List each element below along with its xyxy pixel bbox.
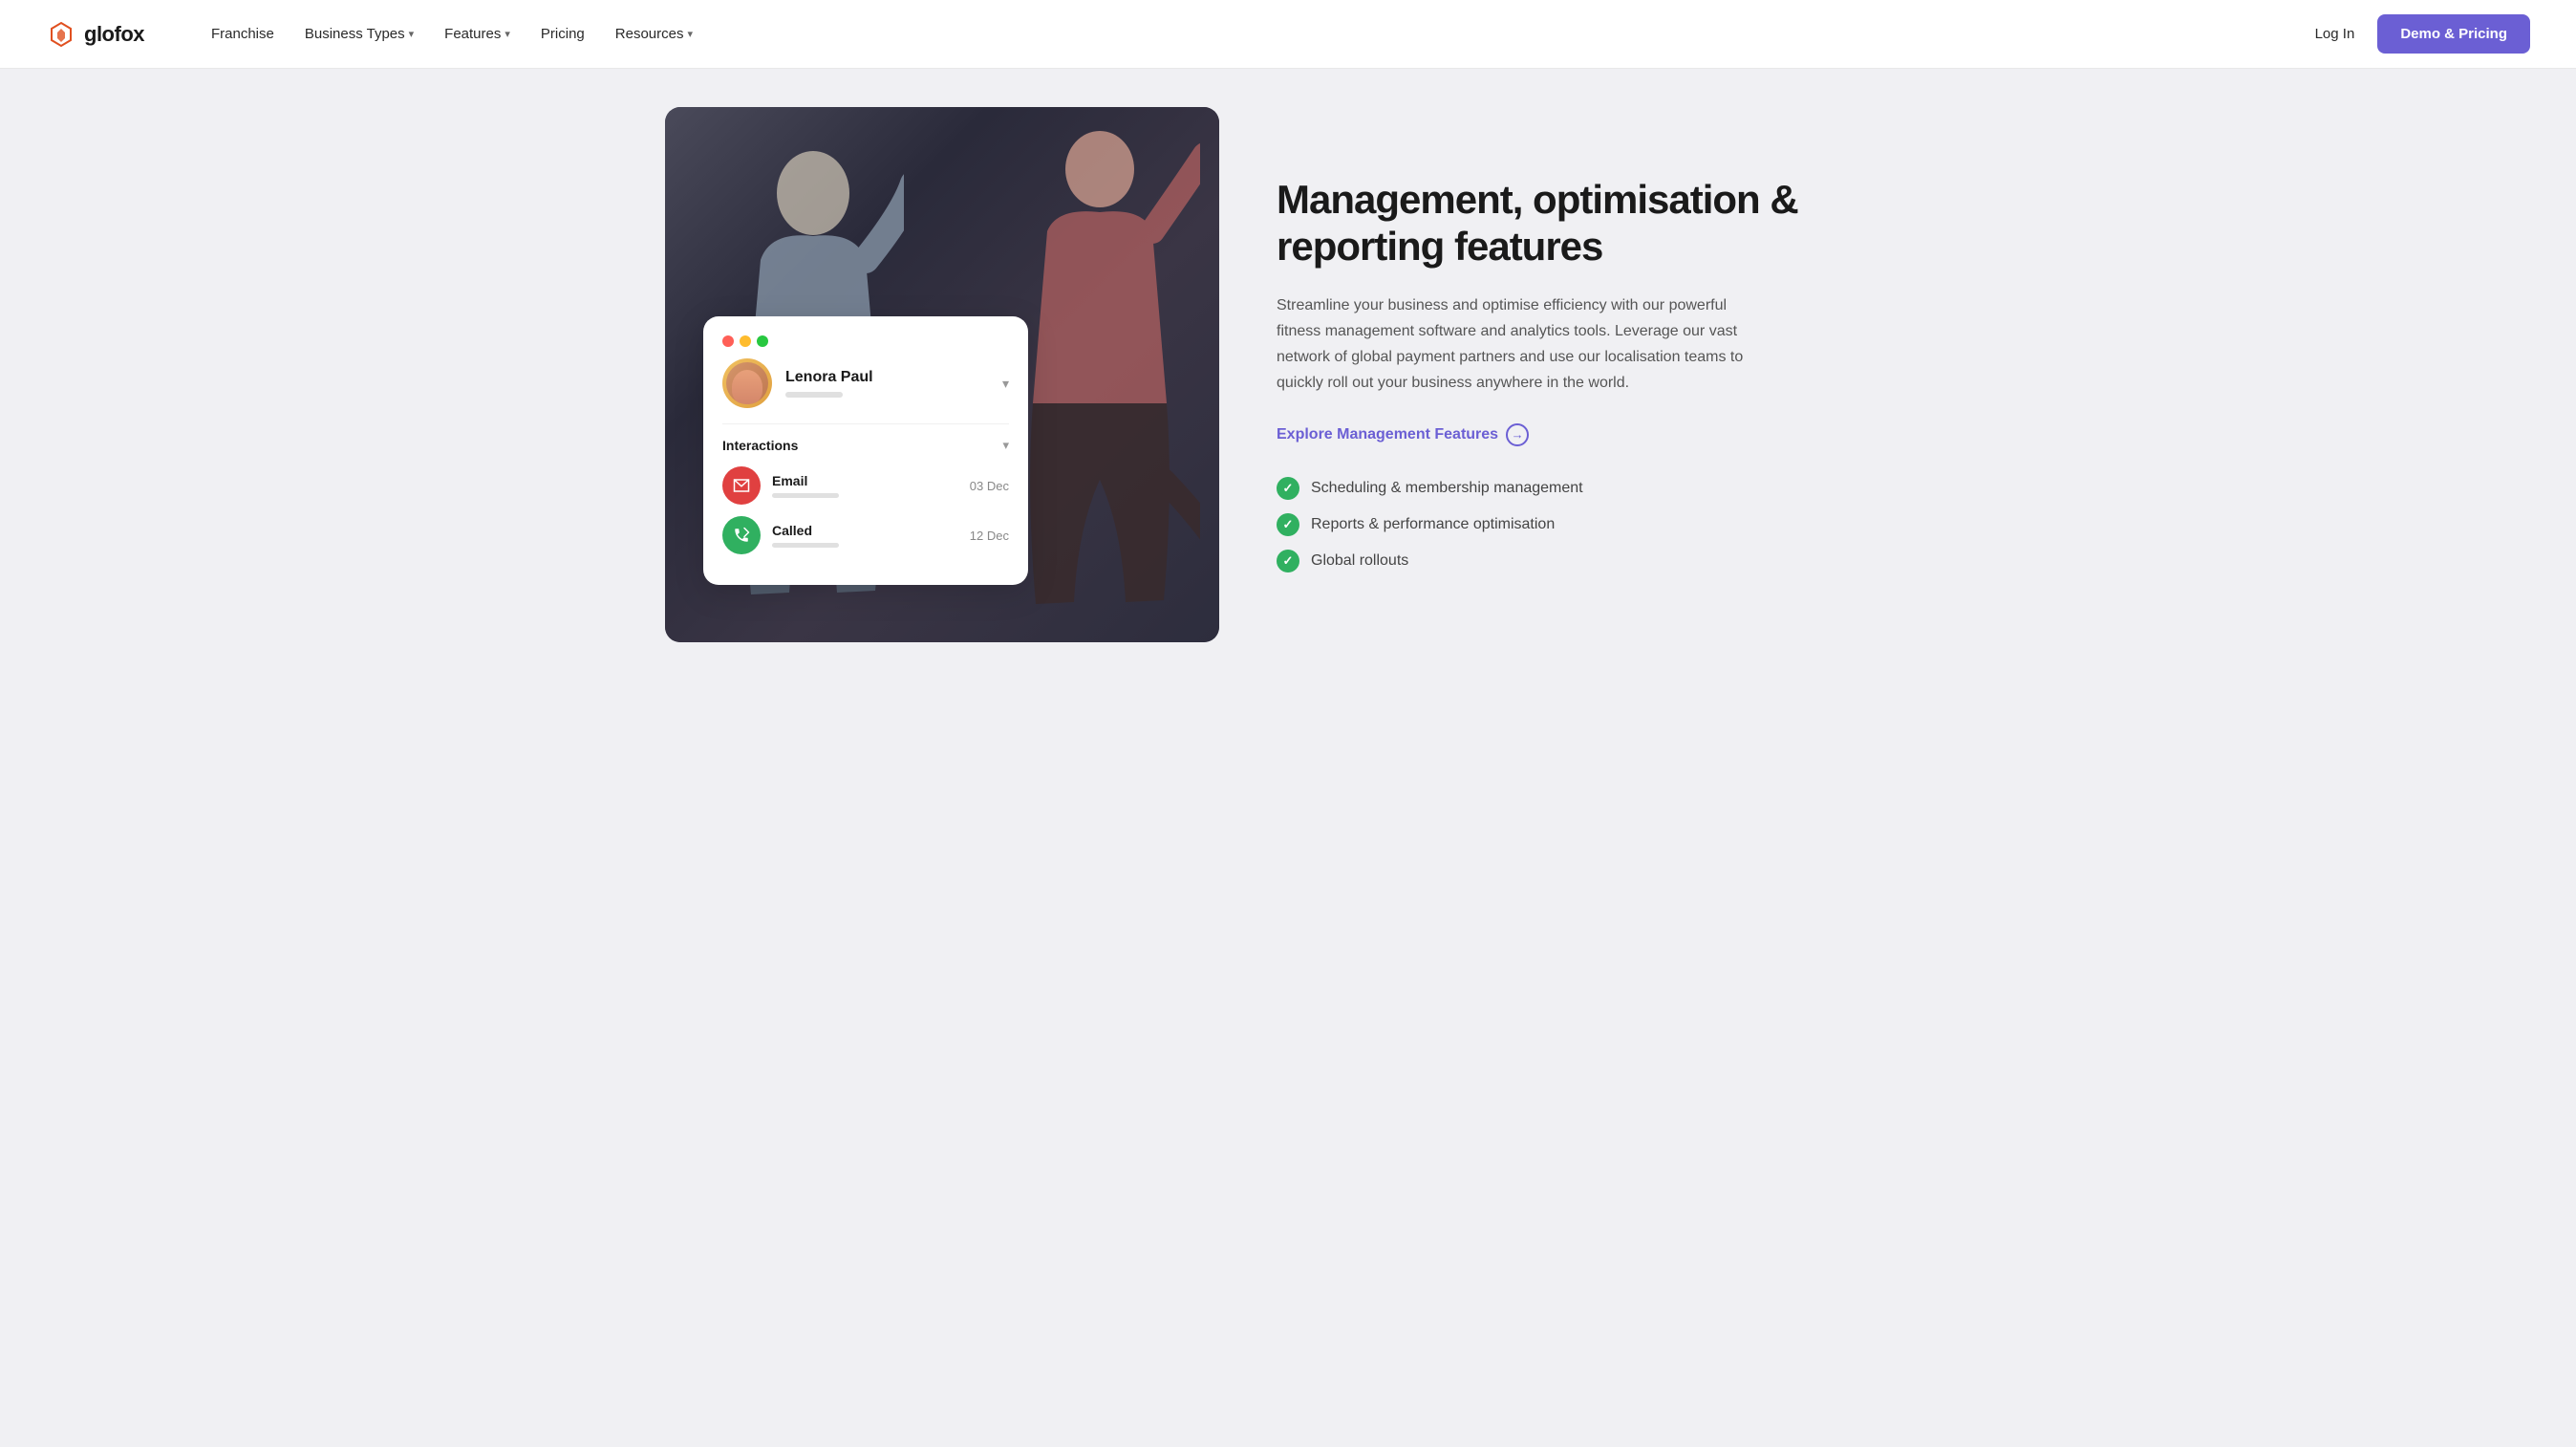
feature-label-3: Global rollouts (1311, 552, 1408, 570)
feature-label-2: Reports & performance optimisation (1311, 516, 1555, 533)
check-icon-2: ✓ (1277, 513, 1299, 536)
chevron-down-icon: ▾ (409, 28, 415, 40)
feature-item-1: ✓ Scheduling & membership management (1277, 477, 1911, 500)
email-content: Email (772, 473, 958, 498)
card-divider (722, 423, 1009, 424)
feature-label-1: Scheduling & membership management (1311, 480, 1583, 497)
called-date: 12 Dec (970, 529, 1009, 543)
interactions-chevron-icon[interactable]: ▾ (1002, 438, 1009, 453)
avatar (722, 358, 772, 408)
feature-item-3: ✓ Global rollouts (1277, 550, 1911, 572)
card-user-name: Lenora Paul (785, 369, 989, 386)
main-content: Lenora Paul ▾ Interactions ▾ Email (619, 69, 1957, 680)
interaction-email: Email 03 Dec (722, 466, 1009, 505)
logo[interactable]: glofox (46, 19, 144, 50)
window-controls (722, 335, 1009, 347)
explore-link[interactable]: Explore Management Features → (1277, 423, 1911, 446)
demo-pricing-button[interactable]: Demo & Pricing (2377, 14, 2530, 54)
interaction-card: Lenora Paul ▾ Interactions ▾ Email (703, 316, 1028, 585)
interaction-called: Called 12 Dec (722, 516, 1009, 554)
email-bar (772, 493, 839, 498)
called-content: Called (772, 523, 958, 548)
hero-description: Streamline your business and optimise ef… (1277, 292, 1773, 397)
maximize-dot[interactable] (757, 335, 768, 347)
nav-links: Franchise Business Types ▾ Features ▾ Pr… (198, 18, 2315, 50)
called-bar (772, 543, 839, 548)
nav-franchise[interactable]: Franchise (198, 18, 288, 50)
interactions-header: Interactions ▾ (722, 438, 1009, 453)
close-dot[interactable] (722, 335, 734, 347)
chevron-down-icon: ▾ (504, 28, 510, 40)
login-button[interactable]: Log In (2315, 26, 2355, 42)
check-icon-3: ✓ (1277, 550, 1299, 572)
figure-right (999, 117, 1200, 623)
explore-arrow-icon: → (1506, 423, 1529, 446)
avatar-face (732, 370, 762, 404)
glofox-logo-icon (46, 19, 76, 50)
email-date: 03 Dec (970, 479, 1009, 493)
nav-actions: Log In Demo & Pricing (2315, 14, 2530, 54)
check-icon-1: ✓ (1277, 477, 1299, 500)
nav-resources[interactable]: Resources ▾ (602, 18, 706, 50)
nav-features[interactable]: Features ▾ (431, 18, 524, 50)
called-label: Called (772, 523, 958, 538)
right-section: Management, optimisation & reporting fea… (1277, 177, 1911, 572)
hero-heading: Management, optimisation & reporting fea… (1277, 177, 1911, 270)
email-icon (733, 477, 750, 494)
nav-pricing[interactable]: Pricing (527, 18, 598, 50)
card-chevron-icon[interactable]: ▾ (1002, 376, 1009, 392)
explore-link-text: Explore Management Features (1277, 426, 1498, 443)
called-icon-circle (722, 516, 761, 554)
email-icon-circle (722, 466, 761, 505)
chevron-down-icon: ▾ (687, 28, 693, 40)
logo-text: glofox (84, 22, 144, 47)
card-name-bar (785, 392, 843, 398)
minimize-dot[interactable] (740, 335, 751, 347)
left-section: Lenora Paul ▾ Interactions ▾ Email (665, 107, 1219, 642)
feature-item-2: ✓ Reports & performance optimisation (1277, 513, 1911, 536)
phone-icon (733, 527, 750, 544)
navbar: glofox Franchise Business Types ▾ Featur… (0, 0, 2576, 69)
interactions-title: Interactions (722, 438, 798, 453)
nav-business-types[interactable]: Business Types ▾ (291, 18, 427, 50)
feature-list: ✓ Scheduling & membership management ✓ R… (1277, 477, 1911, 572)
avatar-inner (726, 362, 768, 404)
card-header: Lenora Paul ▾ (722, 358, 1009, 408)
card-name-section: Lenora Paul (785, 369, 989, 398)
email-label: Email (772, 473, 958, 488)
